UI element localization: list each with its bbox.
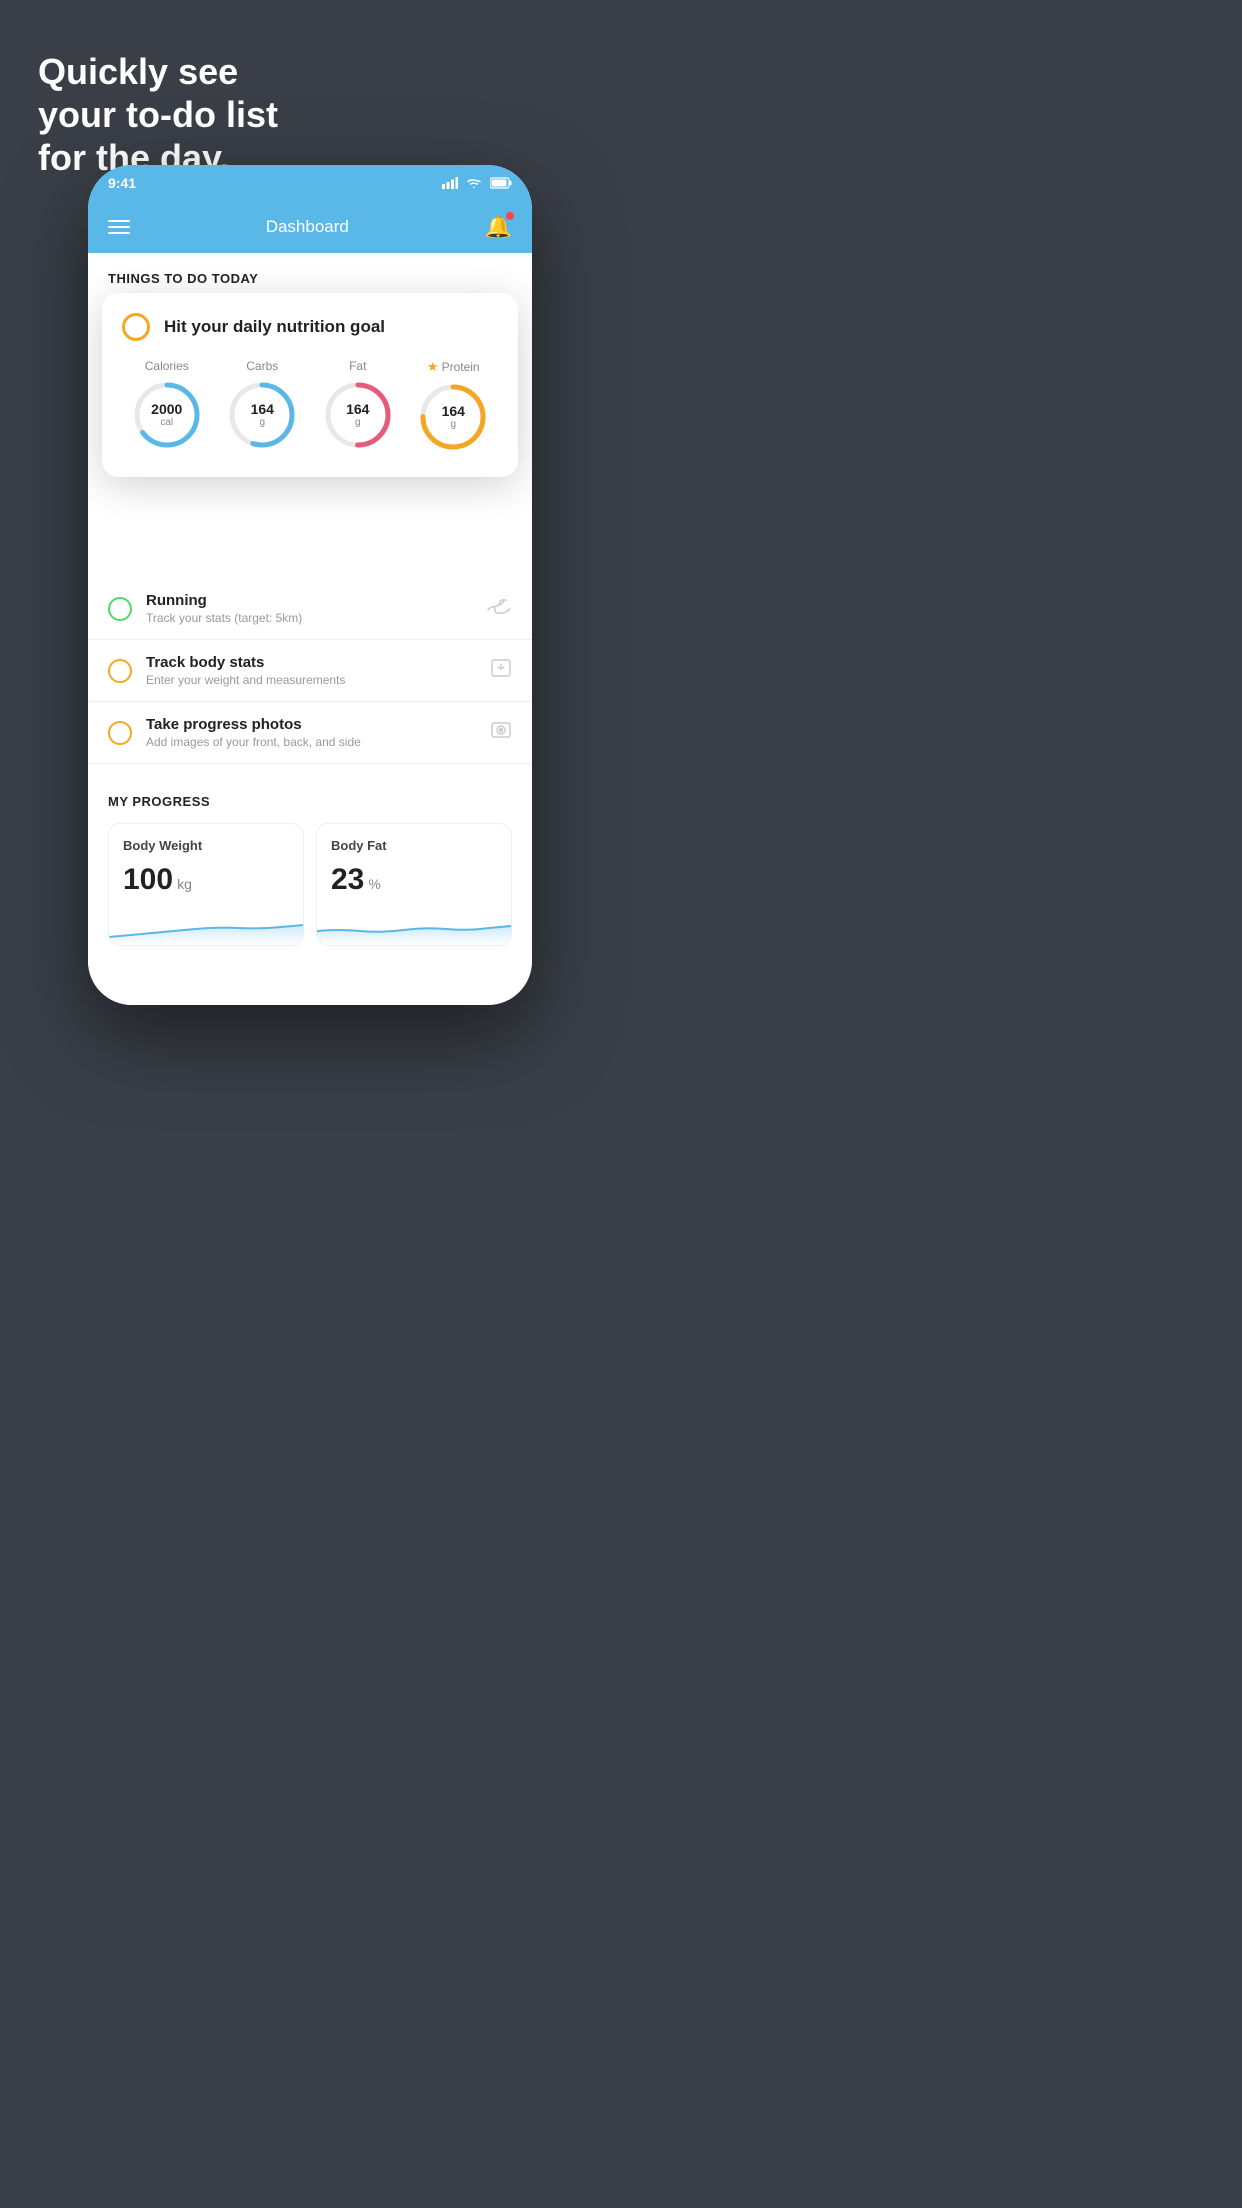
progress-header: MY PROGRESS xyxy=(108,794,512,809)
protein-ring: 164 g xyxy=(417,381,489,453)
body-weight-title: Body Weight xyxy=(123,838,289,853)
todo-body-stats[interactable]: Track body stats Enter your weight and m… xyxy=(88,640,532,702)
body-fat-title: Body Fat xyxy=(331,838,497,853)
photos-title: Take progress photos xyxy=(146,716,476,733)
status-icons xyxy=(442,177,512,189)
notification-bell-button[interactable]: 🔔 xyxy=(485,214,512,240)
fat-label: Fat xyxy=(349,359,366,373)
running-text: Running Track your stats (target: 5km) xyxy=(146,592,472,625)
nutrition-card-title: Hit your daily nutrition goal xyxy=(164,317,385,337)
notification-dot xyxy=(506,212,514,220)
nutrition-fat: Fat 164 g xyxy=(322,359,394,453)
photos-check-circle[interactable] xyxy=(108,721,132,745)
main-content: THINGS TO DO TODAY Hit your daily nutrit… xyxy=(88,253,532,1005)
body-stats-check-circle[interactable] xyxy=(108,659,132,683)
body-weight-unit: kg xyxy=(177,876,192,892)
progress-cards: Body Weight 100 kg xyxy=(108,823,512,946)
menu-button[interactable] xyxy=(108,220,130,234)
nutrition-grid: Calories 2000 cal xyxy=(122,359,498,453)
nutrition-carbs: Carbs 164 g xyxy=(226,359,298,453)
nutrition-check-circle[interactable] xyxy=(122,313,150,341)
photo-icon xyxy=(490,719,512,746)
nutrition-protein: ★ Protein 164 g xyxy=(417,359,489,453)
status-time: 9:41 xyxy=(108,175,136,191)
nutrition-calories: Calories 2000 cal xyxy=(131,359,203,453)
fat-ring: 164 g xyxy=(322,379,394,451)
running-title: Running xyxy=(146,592,472,609)
body-stats-title: Track body stats xyxy=(146,654,476,671)
carbs-ring: 164 g xyxy=(226,379,298,451)
todo-list: Running Track your stats (target: 5km) T… xyxy=(88,578,532,764)
body-weight-card: Body Weight 100 kg xyxy=(108,823,304,946)
body-fat-value: 23 xyxy=(331,863,364,897)
todo-running[interactable]: Running Track your stats (target: 5km) xyxy=(88,578,532,640)
running-check-circle[interactable] xyxy=(108,597,132,621)
running-icon xyxy=(486,596,512,621)
calories-ring: 2000 cal xyxy=(131,379,203,451)
carbs-label: Carbs xyxy=(246,359,278,373)
photos-text: Take progress photos Add images of your … xyxy=(146,716,476,749)
progress-section: MY PROGRESS Body Weight 100 kg xyxy=(88,774,532,946)
nav-bar: Dashboard 🔔 xyxy=(88,201,532,253)
things-to-do-header: THINGS TO DO TODAY xyxy=(88,253,532,298)
star-icon: ★ xyxy=(427,359,439,375)
running-subtitle: Track your stats (target: 5km) xyxy=(146,611,472,625)
scale-icon xyxy=(490,657,512,684)
body-weight-graph xyxy=(109,909,303,945)
calories-label: Calories xyxy=(145,359,189,373)
hero-text: Quickly see your to-do list for the day. xyxy=(38,50,278,180)
nutrition-card: Hit your daily nutrition goal Calories xyxy=(102,293,518,477)
photos-subtitle: Add images of your front, back, and side xyxy=(146,735,476,749)
body-weight-value: 100 xyxy=(123,863,173,897)
body-fat-card: Body Fat 23 % xyxy=(316,823,512,946)
body-stats-subtitle: Enter your weight and measurements xyxy=(146,673,476,687)
phone-frame: 9:41 D xyxy=(88,165,532,1005)
body-stats-text: Track body stats Enter your weight and m… xyxy=(146,654,476,687)
nav-title: Dashboard xyxy=(266,217,349,237)
todo-photos[interactable]: Take progress photos Add images of your … xyxy=(88,702,532,764)
body-fat-graph xyxy=(317,909,511,945)
status-bar: 9:41 xyxy=(88,165,532,201)
body-fat-unit: % xyxy=(368,876,380,892)
protein-label: ★ Protein xyxy=(427,359,480,375)
